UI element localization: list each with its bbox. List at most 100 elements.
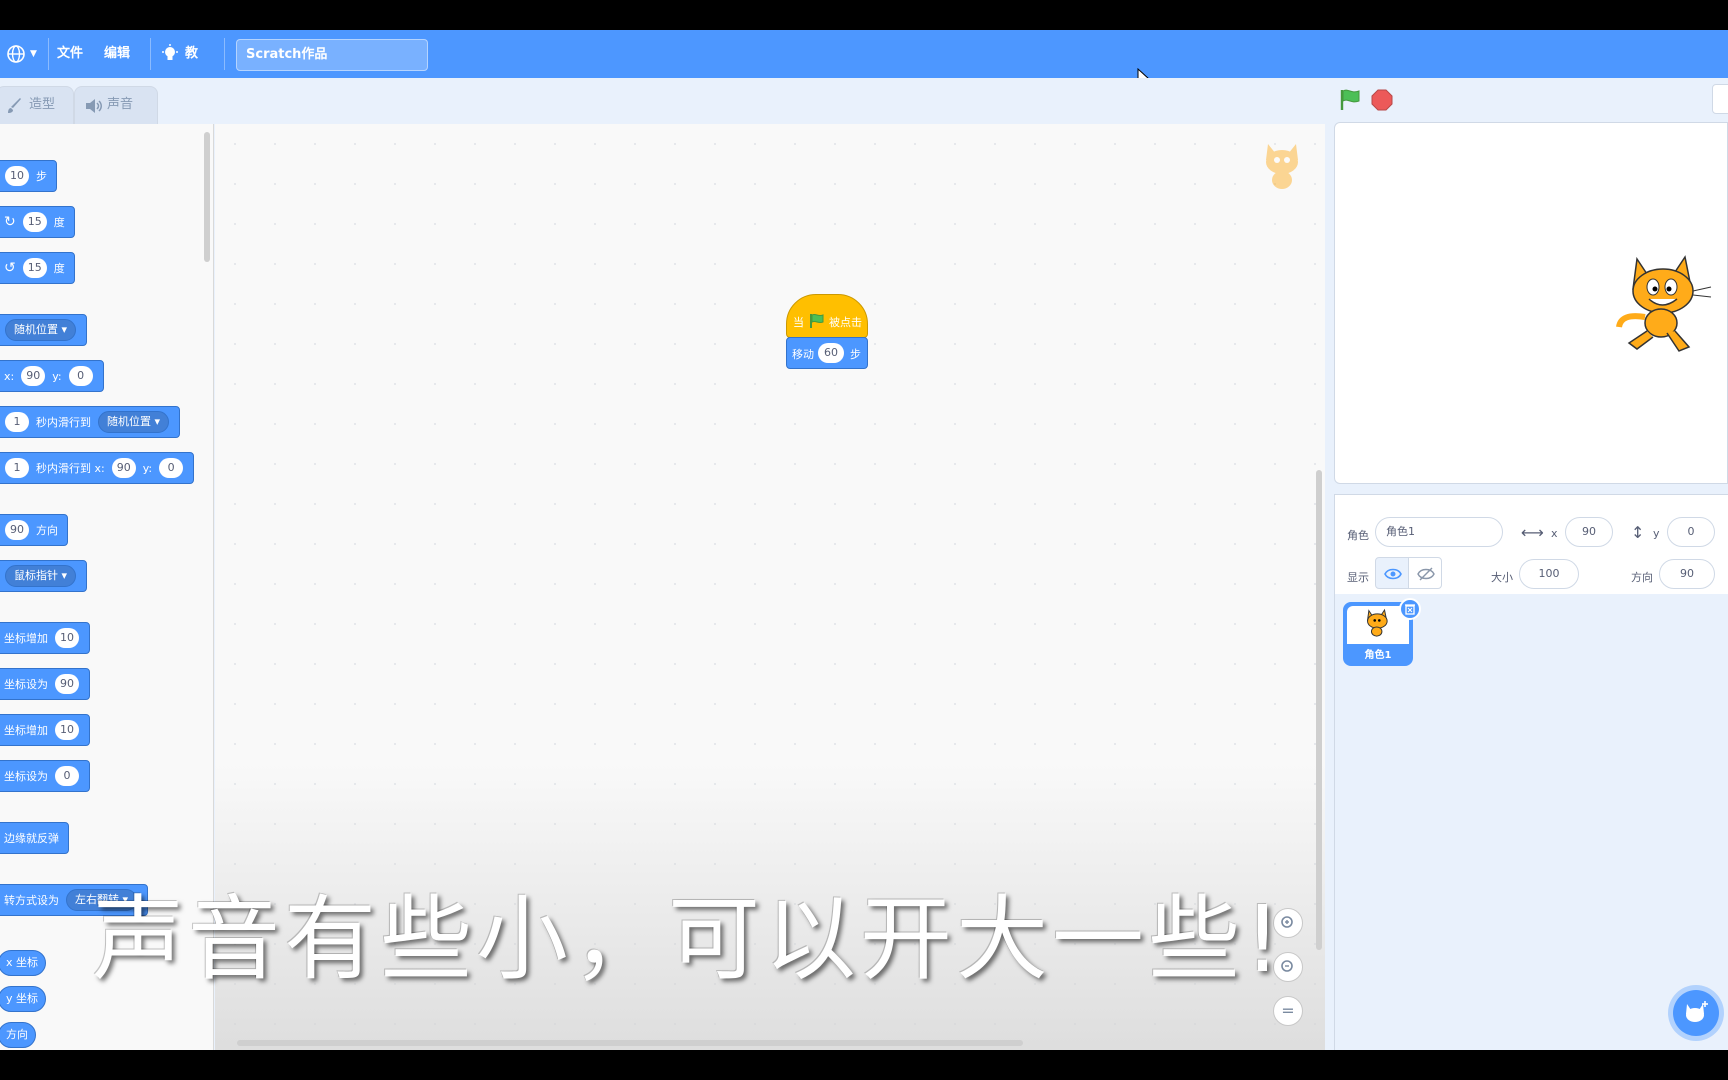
brush-icon (8, 98, 21, 113)
change-x-input[interactable]: 10 (55, 628, 79, 648)
sprite-name-input[interactable]: 角色1 (1375, 517, 1503, 547)
rotate-right-icon: ↻ (4, 214, 16, 230)
sprite-tile-name: 角色1 (1364, 650, 1392, 661)
block-label: 移动 (792, 348, 814, 361)
block-glide-to[interactable]: 1 秒内滑行到 随机位置 ▾ (0, 406, 181, 438)
direction-label: 方向 (1631, 571, 1653, 584)
reporter-direction[interactable]: 方向 (0, 1022, 36, 1048)
video-subtitle: 声音有些小，可以开大一些! (92, 886, 1285, 993)
cat-plus-icon (1686, 1001, 1708, 1022)
show-hidden-button[interactable] (1408, 557, 1442, 589)
dropdown-value: 鼠标指针 (14, 569, 58, 582)
eye-icon (1384, 568, 1402, 580)
block-label: 方向 (36, 524, 58, 537)
block-label: y: (52, 369, 62, 383)
block-set-x[interactable]: 坐标设为 90 (0, 668, 90, 700)
glide-secs-input[interactable]: 1 (5, 412, 29, 432)
turn-right-input[interactable]: 15 (22, 212, 47, 232)
letterbox-bottom (0, 1050, 1728, 1080)
size-input[interactable]: 100 (1519, 559, 1579, 589)
hat-label: 被点击 (829, 316, 862, 329)
block-bounce[interactable]: 边缘就反弹 (0, 822, 69, 854)
code-vertical-scrollbar[interactable] (1316, 470, 1322, 950)
block-set-y[interactable]: 坐标设为 0 (0, 760, 90, 792)
block-glide-xy[interactable]: 1 秒内滑行到 x: 90 y: 0 (0, 452, 195, 484)
reporter-x-position[interactable]: x 坐标 (0, 950, 47, 976)
delete-sprite-button[interactable] (1399, 598, 1421, 620)
stage-size-button[interactable] (1712, 84, 1728, 114)
block-turn-right[interactable]: ↻ 15 度 (0, 206, 75, 238)
block-goto[interactable]: 随机位置 ▾ (0, 314, 88, 346)
script-move-steps[interactable]: 移动 60 步 (786, 337, 868, 369)
block-change-x[interactable]: 坐标增加 10 (0, 622, 90, 654)
goto-y-input[interactable]: 0 (68, 366, 93, 386)
vertical-arrows-icon: ↕ (1631, 523, 1645, 542)
block-change-y[interactable]: 坐标增加 10 (0, 714, 90, 746)
block-goto-xy[interactable]: x: 90 y: 0 (0, 360, 104, 392)
stage[interactable] (1334, 122, 1728, 484)
palette-scrollbar[interactable] (204, 132, 210, 262)
block-label: 步 (36, 170, 47, 183)
towards-dropdown[interactable]: 鼠标指针 ▾ (5, 565, 77, 587)
tab-costumes[interactable]: 造型 (0, 86, 74, 124)
show-visible-button[interactable] (1375, 557, 1409, 589)
tab-sounds[interactable]: 声音 (74, 86, 158, 124)
block-turn-left[interactable]: ↺ 15 度 (0, 252, 75, 284)
lightbulb-icon (162, 44, 178, 60)
block-label: 秒内滑行到 (36, 416, 91, 429)
green-flag-button[interactable] (1338, 88, 1362, 112)
add-sprite-button[interactable] (1673, 990, 1719, 1036)
horizontal-arrows-icon: ⟷ (1521, 523, 1544, 542)
chevron-down-icon: ▼ (30, 49, 37, 59)
block-label: 坐标设为 (4, 770, 48, 783)
file-menu[interactable]: 文件 (57, 30, 83, 78)
block-label: 坐标增加 (4, 724, 48, 737)
cat-sprite-icon[interactable] (1615, 251, 1715, 355)
glide-target-dropdown[interactable]: 随机位置 ▾ (98, 411, 170, 433)
zoom-reset-button[interactable]: = (1273, 996, 1303, 1026)
x-position-input[interactable]: 90 (1565, 517, 1613, 547)
y-position-input[interactable]: 0 (1667, 517, 1715, 547)
set-y-input[interactable]: 0 (55, 766, 79, 786)
glide-y-input[interactable]: 0 (159, 458, 184, 478)
glide-secs-input[interactable]: 1 (5, 458, 29, 478)
reporter-y-position[interactable]: y 坐标 (0, 986, 47, 1012)
direction-input[interactable]: 90 (1659, 559, 1715, 589)
block-point-towards[interactable]: 鼠标指针 ▾ (0, 560, 88, 592)
block-label: 坐标设为 (4, 678, 48, 691)
sprite-info-panel: 角色 角色1 ⟷ x 90 ↕ y 0 显示 大小 100 方向 90 (1334, 494, 1728, 594)
globe-icon (7, 45, 25, 63)
speaker-icon (86, 99, 102, 113)
goto-target-dropdown[interactable]: 随机位置 ▾ (5, 319, 77, 341)
sprite-watermark-icon (1266, 144, 1298, 189)
move-steps-input[interactable]: 10 (5, 166, 29, 186)
tab-sounds-label: 声音 (107, 97, 134, 112)
script-when-flag-clicked[interactable]: 当 被点击 (786, 294, 868, 338)
cat-thumbnail-icon (1366, 608, 1388, 637)
edit-menu[interactable]: 编辑 (104, 30, 130, 78)
direction-input[interactable]: 90 (5, 520, 29, 540)
sprite-label: 角色 (1347, 529, 1369, 542)
stop-button[interactable] (1370, 88, 1394, 112)
green-flag-icon (810, 313, 824, 328)
rotate-left-icon: ↺ (4, 260, 16, 276)
set-x-input[interactable]: 90 (55, 674, 79, 694)
turn-left-input[interactable]: 15 (22, 258, 47, 278)
tab-costumes-label: 造型 (29, 97, 56, 112)
goto-x-input[interactable]: 90 (21, 366, 46, 386)
move-steps-input[interactable]: 60 (818, 343, 844, 363)
y-label: y (1653, 527, 1660, 540)
letterbox-top (0, 0, 1728, 30)
size-label: 大小 (1491, 571, 1513, 584)
code-horizontal-scrollbar[interactable] (237, 1040, 1023, 1046)
eye-off-icon (1417, 567, 1435, 581)
block-label: 秒内滑行到 x: (36, 462, 105, 475)
glide-x-input[interactable]: 90 (111, 458, 136, 478)
project-title-input[interactable]: Scratch作品 (236, 39, 428, 71)
block-label: y: (142, 461, 153, 475)
change-y-input[interactable]: 10 (55, 720, 79, 740)
sprite-list: 角色1 (1334, 594, 1728, 1050)
block-point-direction[interactable]: 90 方向 (0, 514, 68, 546)
block-move-steps[interactable]: 10 步 (0, 160, 57, 192)
block-label: 边缘就反弹 (4, 832, 59, 845)
